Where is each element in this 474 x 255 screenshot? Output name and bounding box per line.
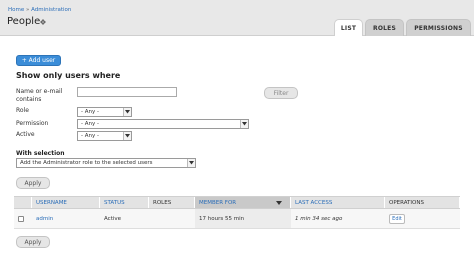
filter-section-title: Show only users where [16, 71, 121, 80]
bulk-action-value: Add the Administrator role to the select… [20, 160, 153, 166]
table-row: admin Active 17 hours 55 min 1 min 34 se… [14, 209, 460, 229]
page-title: People [7, 16, 41, 27]
breadcrumb-separator: » [26, 7, 30, 13]
column-username[interactable]: USERNAME [32, 197, 100, 208]
permission-label: Permission [16, 120, 49, 127]
name-email-input[interactable] [77, 87, 177, 97]
roles-cell [149, 209, 195, 228]
operations-cell: Edit [385, 209, 460, 228]
active-label: Active [16, 131, 35, 138]
add-user-button[interactable]: + Add user [16, 55, 61, 66]
gear-icon[interactable] [40, 19, 46, 25]
column-select-all [14, 197, 32, 208]
filter-button[interactable]: Filter [264, 87, 298, 99]
row-checkbox[interactable] [18, 215, 24, 222]
breadcrumb-administration[interactable]: Administration [31, 7, 71, 13]
sort-descending-icon [276, 201, 282, 205]
with-selection-title: With selection [16, 150, 65, 157]
role-label: Role [16, 107, 29, 114]
bulk-action-select[interactable]: Add the Administrator role to the select… [16, 158, 196, 168]
column-operations: OPERATIONS [385, 197, 460, 208]
tab-bar: LIST ROLES PERMISSIONS [334, 19, 471, 36]
column-status[interactable]: STATUS [100, 197, 149, 208]
apply-button[interactable]: Apply [16, 177, 50, 189]
column-roles: ROLES [149, 197, 195, 208]
chevron-down-icon [123, 108, 131, 116]
tab-permissions[interactable]: PERMISSIONS [406, 19, 471, 36]
table-header: USERNAME STATUS ROLES MEMBER FOR LAST AC… [14, 196, 460, 209]
tab-roles[interactable]: ROLES [365, 19, 404, 36]
last-access-cell: 1 min 34 sec ago [295, 215, 343, 222]
breadcrumb-home[interactable]: Home [8, 7, 24, 13]
permission-select[interactable]: - Any - [77, 119, 249, 129]
page-header: Home » Administration People LIST ROLES … [0, 0, 474, 36]
users-table: USERNAME STATUS ROLES MEMBER FOR LAST AC… [14, 196, 460, 229]
tab-list[interactable]: LIST [334, 19, 363, 36]
permission-select-value: - Any - [81, 121, 99, 127]
breadcrumb: Home » Administration [8, 7, 71, 13]
member-for-cell: 17 hours 55 min [195, 209, 291, 228]
role-select-value: - Any - [81, 109, 99, 115]
chevron-down-icon [187, 159, 195, 167]
active-select-value: - Any - [81, 133, 99, 139]
apply-button-bottom[interactable]: Apply [16, 236, 50, 248]
column-last-access[interactable]: LAST ACCESS [291, 197, 385, 208]
chevron-down-icon [123, 132, 131, 140]
active-select[interactable]: - Any - [77, 131, 132, 141]
column-member-for[interactable]: MEMBER FOR [195, 197, 291, 208]
column-member-for-label: MEMBER FOR [199, 199, 237, 206]
name-email-label: Name or e-mail contains [16, 88, 63, 103]
row-select-cell [14, 209, 32, 228]
username-cell[interactable]: admin [32, 209, 100, 228]
role-select[interactable]: - Any - [77, 107, 132, 117]
edit-button[interactable]: Edit [389, 213, 405, 224]
chevron-down-icon [240, 120, 248, 128]
status-cell: Active [104, 215, 122, 222]
